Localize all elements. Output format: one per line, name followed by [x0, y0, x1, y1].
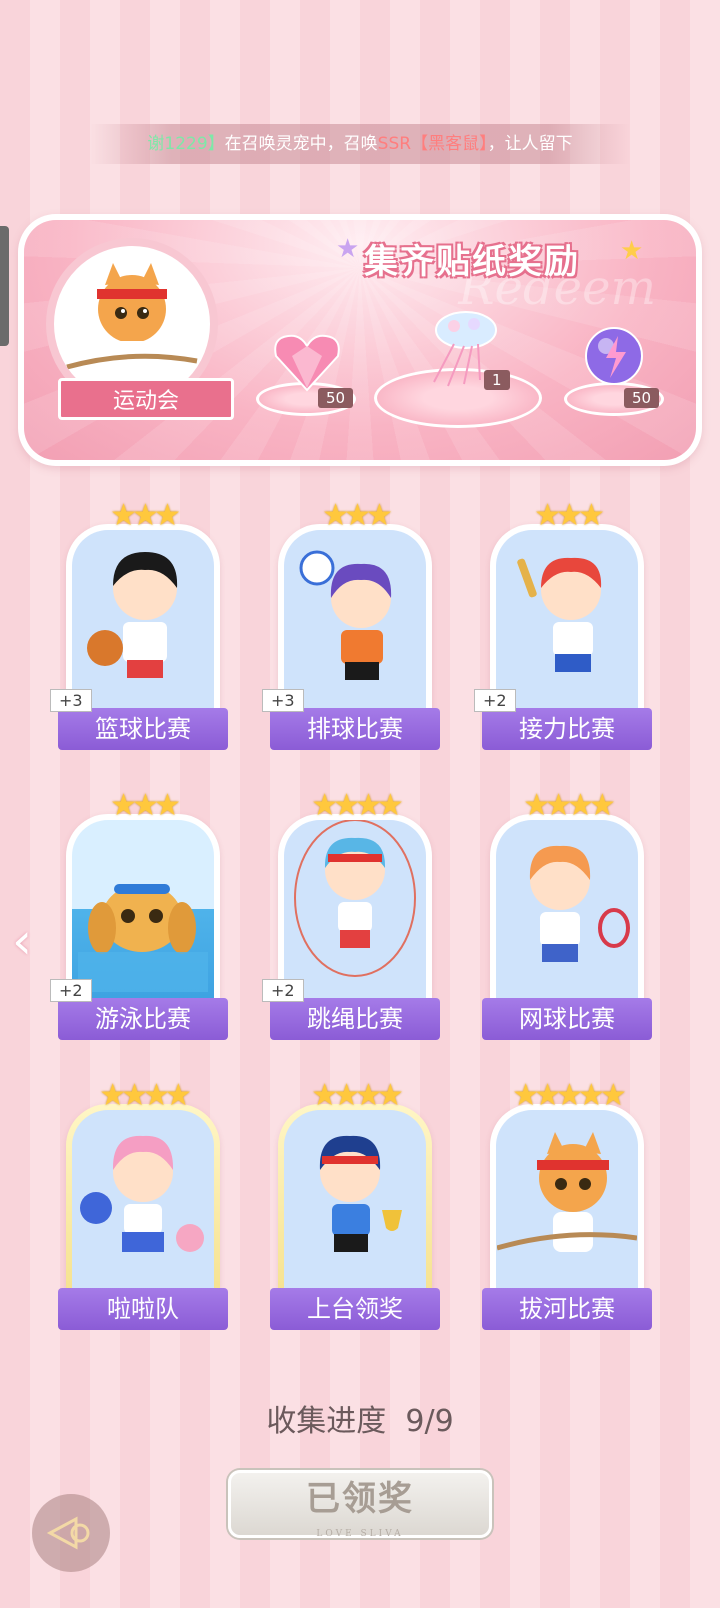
- reward-count: 50: [624, 388, 660, 408]
- collection-progress: 收集进度 9/9: [0, 1396, 720, 1440]
- card-stars: ★★★★: [311, 1078, 404, 1113]
- reward-orb[interactable]: 50: [564, 324, 674, 420]
- progress-label: 收集进度: [266, 1404, 387, 1439]
- progress-value: 9/9: [405, 1404, 454, 1439]
- card-name: 上台领奖: [270, 1288, 440, 1330]
- card-bonus: +2: [262, 979, 304, 1002]
- card-bonus: +2: [474, 689, 516, 712]
- swimming-dog-icon: [78, 884, 208, 992]
- card-stars: ★★★: [322, 498, 393, 533]
- sticker-card-jump-rope[interactable]: ★★★★ +2 跳绳比赛: [262, 788, 440, 1040]
- ticker-player-name: 谢1229】: [147, 134, 225, 154]
- broadcast-ticker: 谢1229】在召唤灵宠中，召唤SSR【黑客鼠】，让人留下: [90, 124, 630, 164]
- sticker-card-tug-of-war[interactable]: ★★★★★ 拔河比赛: [482, 1078, 652, 1330]
- reward-bouquet[interactable]: 1: [374, 308, 544, 428]
- reward-count: 50: [318, 388, 354, 408]
- card-stars: ★★★★★: [512, 1078, 626, 1113]
- reward-panel: Redeem ★ ★ 集齐贴纸奖励 运动会 50 1 50: [18, 214, 702, 466]
- panel-title: 集齐贴纸奖励: [364, 242, 580, 282]
- sticker-card-relay[interactable]: ★★★ +2 接力比赛: [474, 498, 652, 750]
- card-bonus: +2: [50, 979, 92, 1002]
- card-bonus: +3: [262, 689, 304, 712]
- chevron-left-icon[interactable]: ‹: [12, 912, 32, 970]
- card-name: 拔河比赛: [482, 1288, 652, 1330]
- card-bonus: +3: [50, 689, 92, 712]
- ticker-rarity: SSR【黑客鼠】: [377, 134, 488, 154]
- side-drawer-tab[interactable]: [0, 226, 9, 346]
- cheerleader-girl-icon: [80, 1135, 204, 1252]
- back-button[interactable]: [32, 1494, 110, 1572]
- volleyball-girl-icon: [299, 550, 392, 680]
- event-label: 运动会: [58, 378, 234, 420]
- claimed-button[interactable]: 已领奖 LOVE SLIVA: [228, 1470, 492, 1539]
- card-name: 排球比赛: [270, 708, 440, 750]
- jump-rope-girl-icon: [294, 820, 416, 977]
- card-name: 接力比赛: [482, 708, 652, 750]
- ticker-text: 在召唤灵宠中，召唤: [224, 134, 378, 154]
- reward-count: 1: [484, 370, 510, 390]
- card-stars: ★★★★: [311, 788, 404, 823]
- pink-heart-gem-icon: [274, 334, 340, 392]
- tennis-girl-icon: [529, 845, 630, 962]
- reward-gem[interactable]: 50: [256, 330, 366, 420]
- claimed-button-label: 已领奖: [306, 1479, 414, 1519]
- yellow-star-icon: ★: [620, 236, 644, 266]
- basketball-girl-icon: [87, 552, 178, 678]
- card-stars: ★★★: [110, 498, 181, 533]
- sticker-card-volleyball[interactable]: ★★★ +3 排球比赛: [262, 498, 440, 750]
- purple-star-icon: ★: [336, 234, 360, 264]
- card-stars: ★★★★: [523, 788, 616, 823]
- card-stars: ★★★: [110, 788, 181, 823]
- sticker-card-swimming[interactable]: ★★★ +2 游泳比赛: [50, 788, 228, 1040]
- card-name: 啦啦队: [58, 1288, 228, 1330]
- card-stars: ★★★★: [99, 1078, 192, 1113]
- card-name: 篮球比赛: [58, 708, 228, 750]
- cat-tug-of-war-icon: [66, 263, 198, 377]
- claimed-button-sub: LOVE SLIVA: [316, 1529, 404, 1539]
- card-name: 跳绳比赛: [270, 998, 440, 1040]
- sticker-card-basketball[interactable]: ★★★ +3 篮球比赛: [50, 498, 228, 750]
- ticker-text-end: ，让人留下: [487, 134, 573, 154]
- card-name: 网球比赛: [482, 998, 652, 1040]
- card-stars: ★★★: [534, 498, 605, 533]
- sticker-card-award-ceremony[interactable]: ★★★★ 上台领奖: [270, 1078, 440, 1330]
- relay-runner-icon: [517, 557, 602, 672]
- card-name: 游泳比赛: [58, 998, 228, 1040]
- back-arrow-icon: [46, 1516, 90, 1550]
- award-girl-icon: [319, 1135, 402, 1252]
- lightning-orb-icon: [585, 327, 643, 385]
- sticker-card-tennis[interactable]: ★★★★ 网球比赛: [482, 788, 652, 1040]
- sticker-card-cheerleader[interactable]: ★★★★ 啦啦队: [58, 1078, 228, 1330]
- cat-tug-of-war-icon: [497, 1132, 637, 1252]
